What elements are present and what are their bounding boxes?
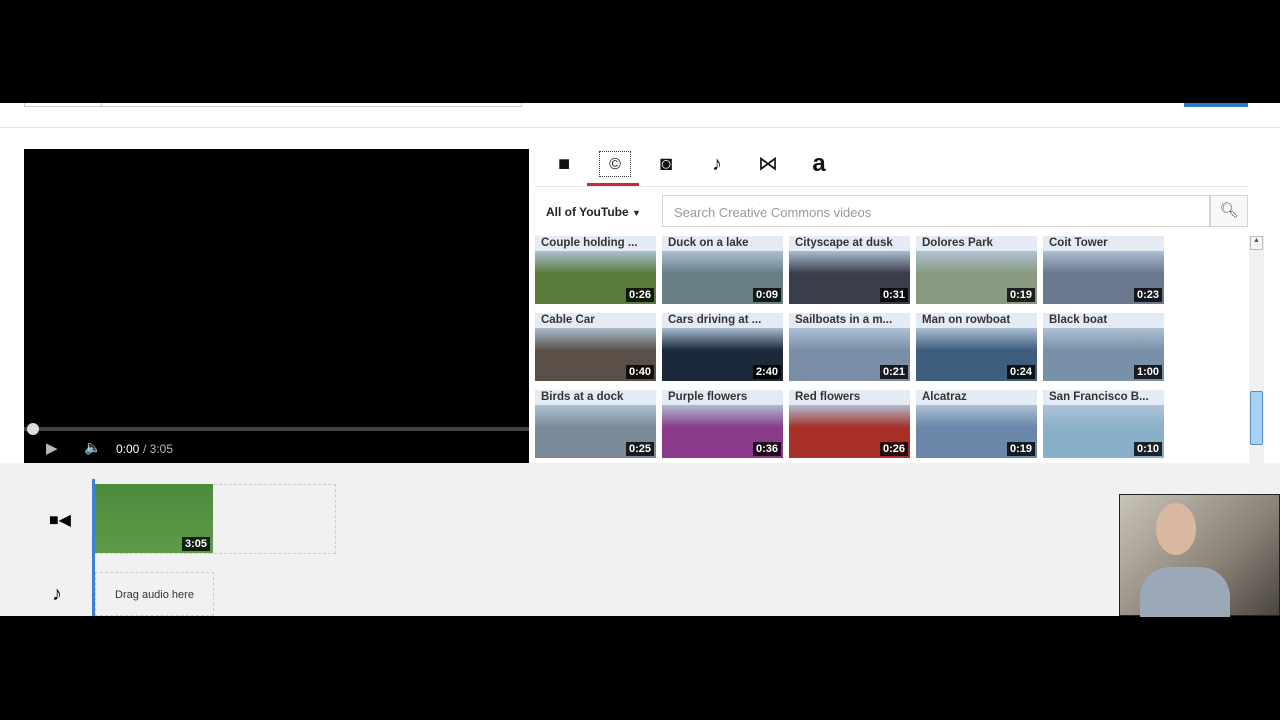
presenter-face xyxy=(1156,503,1196,555)
video-title: Red flowers xyxy=(789,390,910,405)
video-track-icon: ■◀ xyxy=(49,512,71,529)
video-title: Cable Car xyxy=(535,313,656,328)
video-duration: 2:40 xyxy=(752,365,781,379)
video-title: Man on rowboat xyxy=(916,313,1037,328)
scrollbar[interactable]: ▲ xyxy=(1249,236,1264,463)
seek-handle[interactable] xyxy=(27,423,39,435)
search-icon: 🔍︎ xyxy=(1219,202,1239,219)
video-title: San Francisco B... xyxy=(1043,390,1164,405)
top-toolbar xyxy=(0,103,1280,128)
video-duration: 0:21 xyxy=(879,365,908,379)
scrollbar-thumb[interactable] xyxy=(1250,391,1263,445)
video-thumbnail[interactable]: Cable Car 0:40 xyxy=(535,313,656,381)
video-thumbnail[interactable]: Man on rowboat 0:24 xyxy=(916,313,1037,381)
dropdown-arrow-icon: ▼ xyxy=(632,208,641,218)
video-title: Birds at a dock xyxy=(535,390,656,405)
video-title: Purple flowers xyxy=(662,390,783,405)
tab-music-note[interactable]: ♪ xyxy=(701,151,733,177)
video-thumbnail[interactable]: Birds at a dock 0:25 xyxy=(535,390,656,458)
scope-dropdown[interactable]: All of YouTube ▼ xyxy=(546,205,641,219)
video-duration: 0:23 xyxy=(1133,288,1162,302)
video-title: Duck on a lake xyxy=(662,236,783,251)
video-duration: 0:25 xyxy=(625,442,654,456)
scroll-up-arrow[interactable]: ▲ xyxy=(1250,236,1263,250)
video-duration: 0:09 xyxy=(752,288,781,302)
camera-icon: ◙ xyxy=(659,153,673,175)
audio-drop-zone[interactable]: Drag audio here xyxy=(95,572,214,616)
title-input[interactable] xyxy=(101,103,522,107)
video-thumbnail[interactable]: Alcatraz 0:19 xyxy=(916,390,1037,458)
music-note-icon: ♪ xyxy=(712,153,722,175)
search-button[interactable]: 🔍︎ xyxy=(1210,195,1248,227)
video-duration: 0:26 xyxy=(879,442,908,456)
video-player[interactable]: ▶ 🔈 0:00 / 3:05 xyxy=(24,149,529,463)
seek-bar[interactable] xyxy=(24,427,529,431)
divider xyxy=(535,186,1248,187)
play-icon[interactable]: ▶ xyxy=(46,439,58,457)
video-thumbnail[interactable]: Coit Tower 0:23 xyxy=(1043,236,1164,304)
clip-duration: 3:05 xyxy=(181,537,210,551)
video-duration: 0:36 xyxy=(752,442,781,456)
tab-transition-bowtie[interactable]: ⋈ xyxy=(752,151,784,177)
tab-text[interactable]: a xyxy=(803,151,835,177)
video-thumbnail[interactable]: Sailboats in a m... 0:21 xyxy=(789,313,910,381)
video-thumbnail[interactable]: Cars driving at ... 2:40 xyxy=(662,313,783,381)
text-icon: a xyxy=(812,150,826,177)
webcam-overlay xyxy=(1119,494,1280,617)
creative-commons-icon: © xyxy=(609,156,621,173)
video-thumbnail[interactable]: Cityscape at dusk 0:31 xyxy=(789,236,910,304)
timeline-clip[interactable]: 3:05 xyxy=(95,484,213,553)
video-editor: ▶ 🔈 0:00 / 3:05 ■ © ◙ ♪ ⋈ a All of YouTube ▼ … xyxy=(0,103,1280,617)
video-thumbnail[interactable]: San Francisco B... 0:10 xyxy=(1043,390,1164,458)
search-input[interactable]: Search Creative Commons videos xyxy=(662,195,1210,227)
timeline: ■◀ ♪ 3:05 Drag audio here xyxy=(0,463,1280,616)
transition-bowtie-icon: ⋈ xyxy=(758,153,778,175)
video-duration: 1:00 xyxy=(1133,365,1162,379)
video-thumbnail[interactable]: Duck on a lake 0:09 xyxy=(662,236,783,304)
video-thumbnail[interactable]: Purple flowers 0:36 xyxy=(662,390,783,458)
presenter-body xyxy=(1140,567,1230,617)
publish-button[interactable] xyxy=(1184,103,1248,107)
video-duration: 0:26 xyxy=(625,288,654,302)
video-duration: 0:40 xyxy=(625,365,654,379)
current-time: 0:00 xyxy=(116,442,140,456)
tab-video-camera[interactable]: ■ xyxy=(548,151,580,177)
scope-label: All of YouTube xyxy=(546,205,629,219)
top-field[interactable] xyxy=(24,103,102,107)
video-thumbnail[interactable]: Couple holding ... 0:26 xyxy=(535,236,656,304)
video-title: Cityscape at dusk xyxy=(789,236,910,251)
volume-icon[interactable]: 🔈 xyxy=(84,439,101,456)
video-title: Alcatraz xyxy=(916,390,1037,405)
video-thumbnail[interactable]: Dolores Park 0:19 xyxy=(916,236,1037,304)
video-duration: 0:24 xyxy=(1006,365,1035,379)
video-duration: 0:19 xyxy=(1006,442,1035,456)
audio-track-icon: ♪ xyxy=(52,583,62,605)
playhead[interactable] xyxy=(92,479,95,616)
video-title: Couple holding ... xyxy=(535,236,656,251)
total-time: / 3:05 xyxy=(143,442,174,456)
video-camera-icon: ■ xyxy=(557,153,571,175)
video-title: Sailboats in a m... xyxy=(789,313,910,328)
video-duration: 0:19 xyxy=(1006,288,1035,302)
tab-creative-commons[interactable]: © xyxy=(599,151,631,177)
video-thumbnail[interactable]: Red flowers 0:26 xyxy=(789,390,910,458)
video-title: Black boat xyxy=(1043,313,1164,328)
video-title: Cars driving at ... xyxy=(662,313,783,328)
video-duration: 0:10 xyxy=(1133,442,1162,456)
video-thumbnail[interactable]: Black boat 1:00 xyxy=(1043,313,1164,381)
video-title: Dolores Park xyxy=(916,236,1037,251)
tab-camera[interactable]: ◙ xyxy=(650,151,682,177)
video-duration: 0:31 xyxy=(879,288,908,302)
video-title: Coit Tower xyxy=(1043,236,1164,251)
